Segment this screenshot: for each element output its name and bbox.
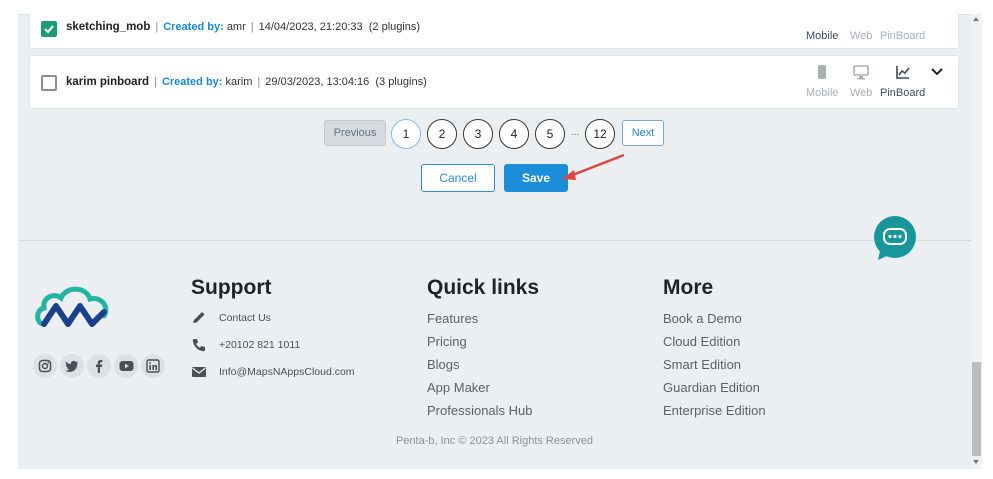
platform-label: Web: [850, 87, 873, 99]
twitter-icon: [65, 360, 78, 372]
project-card-karim-pinboard: karim pinboard | Created by: karim | 29/03/2…: [29, 55, 959, 109]
platform-list: Mobile Web PinBoard: [806, 64, 930, 104]
page-button-12[interactable]: 12: [585, 119, 615, 149]
footer-link-features[interactable]: Features: [427, 310, 647, 333]
footer-more: More Book a Demo Cloud Edition Smart Edi…: [663, 276, 883, 425]
footer-link-enterprise-edition[interactable]: Enterprise Edition: [663, 402, 883, 425]
mobile-icon: [818, 65, 827, 79]
project-meta: karim pinboard | Created by: karim | 29/03/2…: [66, 76, 427, 88]
quick-links-title: Quick links: [427, 276, 540, 299]
support-item-text: Info@MapsNAppsCloud.com: [219, 366, 355, 378]
social-links: [33, 354, 173, 380]
chat-bubble-icon[interactable]: [872, 215, 918, 261]
youtube-link[interactable]: [114, 354, 138, 378]
copyright: Penta-b, Inc © 2023 All Rights Reserved: [395, 435, 594, 447]
next-page-button[interactable]: Next: [622, 120, 664, 146]
support-item-text: +20102 821 1011: [219, 339, 301, 351]
linkedin-icon: [146, 359, 160, 373]
footer-link-guardian-edition[interactable]: Guardian Edition: [663, 379, 883, 402]
footer-divider: [18, 240, 971, 241]
page-button-2[interactable]: 2: [427, 119, 457, 149]
annotation-arrow-icon: [562, 153, 625, 180]
project-date: 14/04/2023, 21:20:33: [258, 21, 363, 33]
footer-quick-links: Quick links Features Pricing Blogs App M…: [427, 276, 647, 425]
page-button-4[interactable]: 4: [499, 119, 529, 149]
previous-page-button[interactable]: Previous: [324, 120, 386, 146]
footer-link-book-a-demo[interactable]: Book a Demo: [663, 310, 883, 333]
project-name[interactable]: sketching_mob: [66, 21, 150, 33]
platform-pinboard[interactable]: PinBoard: [880, 64, 925, 99]
platform-label: Web: [850, 30, 873, 42]
linkedin-link[interactable]: [141, 354, 165, 378]
platform-list: Mobile Web PinBoard: [806, 16, 930, 56]
chart-icon: [895, 66, 910, 79]
platform-mobile[interactable]: Mobile: [806, 64, 838, 99]
project-author: amr: [226, 21, 246, 33]
instagram-link[interactable]: [33, 354, 57, 378]
cancel-button[interactable]: Cancel: [421, 164, 495, 192]
project-checkbox[interactable]: [41, 75, 57, 91]
envelope-icon: [192, 367, 206, 377]
footer-link-pricing[interactable]: Pricing: [427, 333, 647, 356]
support-email[interactable]: Info@MapsNAppsCloud.com: [191, 364, 411, 391]
youtube-icon: [119, 361, 133, 371]
platform-label: Mobile: [806, 87, 839, 99]
plugin-count: (3 plugins): [375, 76, 427, 88]
platform-label: Mobile: [806, 30, 839, 42]
project-author: karim: [225, 76, 253, 88]
platform-label: PinBoard: [880, 30, 926, 42]
project-card-sketching-mob: sketching_mob | Created by: amr | 14/04/2023…: [29, 14, 959, 49]
platform-pinboard[interactable]: PinBoard: [880, 26, 925, 42]
chevron-down-icon[interactable]: [930, 67, 944, 77]
created-by-label: Created by:: [163, 21, 224, 33]
support-phone[interactable]: +20102 821 1011: [191, 337, 411, 364]
plugin-count: (2 plugins): [368, 21, 421, 33]
footer-link-blogs[interactable]: Blogs: [427, 356, 647, 379]
created-by-label: Created by:: [161, 76, 223, 88]
monitor-icon: [853, 65, 870, 80]
more-title: More: [663, 276, 714, 299]
page-button-1[interactable]: 1: [391, 119, 421, 149]
footer-support: Support Contact Us +20102 821 1011 Info@…: [191, 276, 411, 391]
scroll-up-icon[interactable]: [973, 17, 979, 21]
phone-icon: [192, 339, 205, 352]
footer-link-professionals-hub[interactable]: Professionals Hub: [427, 402, 647, 425]
footer-link-smart-edition[interactable]: Smart Edition: [663, 356, 883, 379]
project-meta: sketching_mob | Created by: amr | 14/04/2023…: [66, 21, 421, 33]
footer-link-app-maker[interactable]: App Maker: [427, 379, 647, 402]
instagram-icon: [38, 359, 52, 373]
project-checkbox[interactable]: [41, 21, 57, 37]
facebook-icon: [96, 360, 103, 373]
support-contact-us[interactable]: Contact Us: [191, 310, 411, 337]
page-button-3[interactable]: 3: [463, 119, 493, 149]
scroll-down-icon[interactable]: [973, 460, 979, 464]
platform-mobile[interactable]: Mobile: [806, 26, 838, 42]
scrollbar-thumb[interactable]: [972, 362, 981, 456]
company-logo[interactable]: [34, 282, 112, 330]
facebook-link[interactable]: [87, 354, 111, 378]
page: sketching_mob | Created by: amr | 14/04/2023…: [18, 14, 971, 469]
platform-web[interactable]: Web: [850, 64, 872, 99]
support-item-text: Contact Us: [219, 312, 271, 324]
pagination-ellipsis: ...: [571, 127, 580, 138]
pencil-icon: [193, 312, 205, 323]
vertical-scrollbar[interactable]: [971, 14, 982, 469]
project-name[interactable]: karim pinboard: [66, 76, 149, 88]
project-date: 29/03/2023, 13:04:16: [265, 76, 370, 88]
platform-web[interactable]: Web: [850, 26, 872, 42]
pagination: Previous 1 2 3 4 5 ... 12 Next: [18, 119, 971, 150]
platform-label: PinBoard: [880, 87, 926, 99]
support-title: Support: [191, 276, 272, 299]
twitter-link[interactable]: [60, 354, 84, 378]
footer-link-cloud-edition[interactable]: Cloud Edition: [663, 333, 883, 356]
page-button-5[interactable]: 5: [535, 119, 565, 149]
